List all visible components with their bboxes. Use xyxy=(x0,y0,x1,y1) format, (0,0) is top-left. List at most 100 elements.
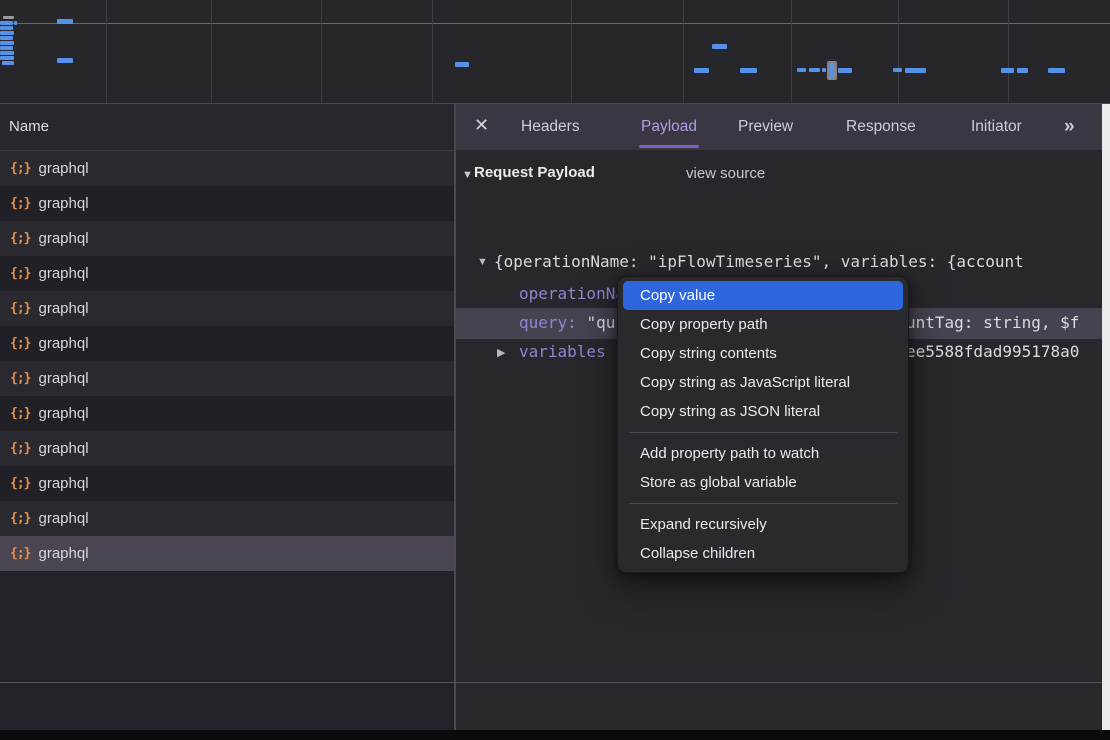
view-source-link[interactable]: view source xyxy=(686,165,765,182)
menu-item[interactable]: Copy value xyxy=(623,281,903,310)
request-row[interactable]: {;} graphql xyxy=(0,466,454,501)
expand-icon[interactable]: ▶ xyxy=(497,346,505,359)
json-braces-icon: {;} xyxy=(10,231,30,246)
property-value-continued: ee5588fdad995178a0 xyxy=(906,342,1079,361)
payload-root-row[interactable]: ▼ {operationName: "ipFlowTimeseries", va… xyxy=(456,250,1102,276)
timeline-gridline xyxy=(211,0,212,103)
request-name: graphql xyxy=(38,440,88,457)
timeline-gridline xyxy=(791,0,792,103)
request-row[interactable]: {;} graphql xyxy=(0,221,454,256)
waterfall-bar xyxy=(1001,68,1014,73)
request-row[interactable]: {;}graphql xyxy=(0,256,454,291)
tab-response[interactable]: Response xyxy=(846,104,916,150)
json-braces-icon: {;} xyxy=(10,371,30,386)
waterfall-bar xyxy=(0,51,14,55)
waterfall-bar xyxy=(0,36,13,40)
request-list-pane: Name {;} graphql {;} graphql {;} graphql {;} gr… xyxy=(0,104,454,730)
waterfall-bar xyxy=(740,68,757,73)
json-braces-icon: {;} xyxy=(10,336,30,351)
json-braces-icon: {;} xyxy=(10,546,30,561)
timeline-gridline xyxy=(571,0,572,103)
menu-item[interactable]: Copy string as JavaScript literal xyxy=(623,368,903,397)
menu-item[interactable]: Expand recursively xyxy=(623,510,903,539)
json-braces-icon: {;} xyxy=(10,301,30,316)
waterfall-bar xyxy=(57,19,73,24)
waterfall-bar xyxy=(0,31,14,35)
json-braces-icon: {;} xyxy=(10,441,30,456)
request-name: graphql xyxy=(38,195,88,212)
waterfall-bar xyxy=(14,21,17,25)
tab-initiator[interactable]: Initiator xyxy=(971,104,1022,150)
request-row[interactable]: {;}graphql xyxy=(0,291,454,326)
request-name: graphql xyxy=(38,370,88,387)
request-row[interactable]: {;} graphql xyxy=(0,396,454,431)
section-title: Request Payload xyxy=(474,164,595,181)
waterfall-bar xyxy=(1048,68,1065,73)
request-name: graphql xyxy=(38,545,88,562)
menu-item[interactable]: Copy string contents xyxy=(623,339,903,368)
timeline-gridline xyxy=(683,0,684,103)
waterfall-bar xyxy=(2,61,14,65)
json-braces-icon: {;} xyxy=(10,511,30,526)
waterfall-bar xyxy=(0,56,14,60)
request-row[interactable]: {;} graphql xyxy=(0,151,454,186)
menu-item[interactable]: Copy property path xyxy=(623,310,903,339)
property-key: variables xyxy=(519,342,606,361)
request-payload-section: ▼ Request Payload view source xyxy=(456,164,1102,190)
menu-item[interactable]: Copy string as JSON literal xyxy=(623,397,903,426)
overview-hover-marker xyxy=(827,61,837,80)
close-icon[interactable]: ✕ xyxy=(474,115,489,136)
request-row[interactable]: {;} graphql xyxy=(0,186,454,221)
request-row[interactable]: {;} graphql xyxy=(0,361,454,396)
section-collapse-icon[interactable]: ▼ xyxy=(462,169,473,181)
request-name: graphql xyxy=(38,230,88,247)
waterfall-bar xyxy=(57,58,73,63)
overview-bottom-border xyxy=(0,103,1110,104)
tab-preview[interactable]: Preview xyxy=(738,104,793,150)
waterfall-bar xyxy=(712,44,727,49)
overview-divider-line xyxy=(0,23,1110,24)
detail-tab-bar: ✕ Headers Payload Preview Response Initi… xyxy=(456,104,1102,150)
timeline-gridline xyxy=(432,0,433,103)
tab-payload[interactable]: Payload xyxy=(641,104,697,150)
request-name: graphql xyxy=(38,405,88,422)
menu-separator xyxy=(629,432,897,433)
waterfall-bar xyxy=(893,68,902,72)
json-braces-icon: {;} xyxy=(10,266,30,281)
menu-item[interactable]: Store as global variable xyxy=(623,468,903,497)
menu-item[interactable]: Add property path to watch xyxy=(623,439,903,468)
overview-marker-bar xyxy=(830,63,834,78)
payload-root-preview: {operationName: "ipFlowTimeseries", vari… xyxy=(494,252,1024,271)
property-value-start: "qu xyxy=(586,313,615,332)
devtools-network-panel: Name {;} graphql {;} graphql {;} graphql {;} gr… xyxy=(0,0,1110,740)
json-braces-icon: {;} xyxy=(10,476,30,491)
waterfall-bar xyxy=(0,46,13,50)
request-row[interactable]: {;}graphql xyxy=(0,501,454,536)
more-tabs-icon[interactable]: » xyxy=(1064,104,1075,150)
property-value-continued: untTag: string, $f xyxy=(906,313,1079,332)
request-name: graphql xyxy=(38,160,88,177)
menu-item[interactable]: Collapse children xyxy=(623,539,903,568)
request-row[interactable]: {;} graphql xyxy=(0,536,454,571)
request-row[interactable]: {;} graphql xyxy=(0,431,454,466)
timeline-gridline xyxy=(321,0,322,103)
waterfall-bar xyxy=(0,41,14,45)
waterfall-bar xyxy=(809,68,820,72)
waterfall-bar xyxy=(822,68,826,72)
timeline-gridline xyxy=(106,0,107,103)
waterfall-bar xyxy=(905,68,926,73)
collapse-icon[interactable]: ▼ xyxy=(477,256,488,268)
request-name: graphql xyxy=(38,475,88,492)
json-braces-icon: {;} xyxy=(10,196,30,211)
json-braces-icon: {;} xyxy=(10,161,30,176)
timeline-gridline xyxy=(1008,0,1009,103)
name-column-header[interactable]: Name xyxy=(0,104,454,151)
tab-headers[interactable]: Headers xyxy=(521,104,580,150)
waterfall-bar xyxy=(694,68,709,73)
context-menu: Copy valueCopy property pathCopy string … xyxy=(617,276,909,573)
timeline-gridline xyxy=(898,0,899,103)
json-braces-icon: {;} xyxy=(10,406,30,421)
request-row[interactable]: {;}graphql xyxy=(0,326,454,361)
network-overview[interactable] xyxy=(0,0,1110,103)
property-key: query: xyxy=(519,313,577,332)
